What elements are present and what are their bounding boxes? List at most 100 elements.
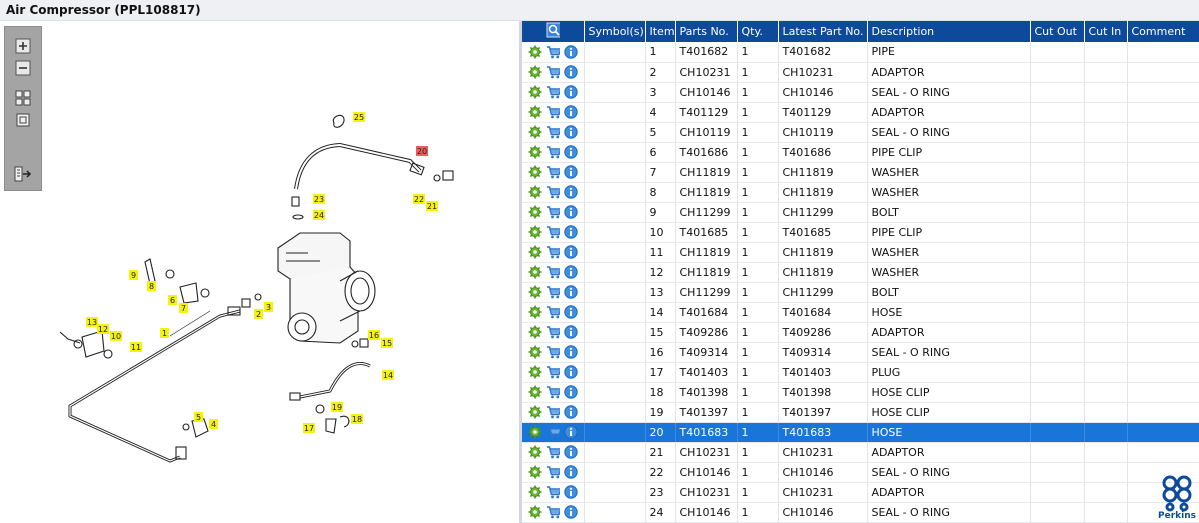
gear-icon[interactable] [528, 425, 542, 439]
table-row[interactable]: 15 T409286 1 T409286 ADAPTOR [522, 322, 1199, 343]
info-icon[interactable] [564, 165, 578, 179]
cart-icon[interactable] [546, 125, 560, 139]
table-row[interactable]: 10 T401685 1 T401685 PIPE CLIP [522, 222, 1199, 243]
cart-icon[interactable] [546, 365, 560, 379]
cart-icon[interactable] [546, 65, 560, 79]
callout-15[interactable]: 15 [381, 338, 393, 348]
column-header-qty[interactable]: Qty. [737, 21, 779, 42]
cart-icon[interactable] [546, 145, 560, 159]
info-icon[interactable] [564, 125, 578, 139]
column-header-parts-no[interactable]: Parts No. [675, 21, 738, 42]
callout-18[interactable]: 18 [351, 414, 363, 424]
cart-icon[interactable] [546, 385, 560, 399]
info-icon[interactable] [564, 85, 578, 99]
callout-23[interactable]: 23 [313, 194, 325, 204]
table-row[interactable]: 2 CH10231 1 CH10231 ADAPTOR [522, 62, 1199, 83]
info-icon[interactable] [564, 485, 578, 499]
cart-icon[interactable] [546, 165, 560, 179]
gear-icon[interactable] [528, 285, 542, 299]
info-icon[interactable] [564, 225, 578, 239]
grid-view-button[interactable] [12, 89, 34, 107]
cart-icon[interactable] [546, 505, 560, 519]
gear-icon[interactable] [528, 65, 542, 79]
column-header-cut-in[interactable]: Cut In [1084, 21, 1128, 42]
cart-icon[interactable] [546, 85, 560, 99]
callout-25[interactable]: 25 [353, 112, 365, 122]
info-icon[interactable] [564, 405, 578, 419]
table-row[interactable]: 7 CH11819 1 CH11819 WASHER [522, 162, 1199, 183]
cart-icon[interactable] [546, 345, 560, 359]
gear-icon[interactable] [528, 345, 542, 359]
single-view-button[interactable] [12, 111, 34, 129]
cart-icon[interactable] [546, 245, 560, 259]
info-icon[interactable] [564, 425, 578, 439]
callout-2[interactable]: 2 [254, 309, 263, 319]
table-row[interactable]: 21 CH10231 1 CH10231 ADAPTOR [522, 442, 1199, 463]
cart-icon[interactable] [546, 105, 560, 119]
callout-17[interactable]: 17 [303, 423, 315, 433]
export-button[interactable] [12, 165, 34, 183]
info-icon[interactable] [564, 265, 578, 279]
table-row[interactable]: 23 CH10231 1 CH10231 ADAPTOR [522, 482, 1199, 503]
gear-icon[interactable] [528, 305, 542, 319]
callout-20[interactable]: 20 [416, 146, 428, 156]
table-row[interactable]: 13 CH11299 1 CH11299 BOLT [522, 282, 1199, 303]
table-row[interactable]: 19 T401397 1 T401397 HOSE CLIP [522, 402, 1199, 423]
callout-24[interactable]: 24 [313, 210, 325, 220]
cart-icon[interactable] [546, 485, 560, 499]
info-icon[interactable] [564, 65, 578, 79]
gear-icon[interactable] [528, 145, 542, 159]
callout-10[interactable]: 10 [110, 331, 122, 341]
gear-icon[interactable] [528, 185, 542, 199]
info-icon[interactable] [564, 145, 578, 159]
table-row[interactable]: 6 T401686 1 T401686 PIPE CLIP [522, 142, 1199, 163]
zoom-out-button[interactable] [12, 59, 34, 77]
gear-icon[interactable] [528, 485, 542, 499]
table-row[interactable]: 11 CH11819 1 CH11819 WASHER [522, 242, 1199, 263]
gear-icon[interactable] [528, 505, 542, 519]
gear-icon[interactable] [528, 385, 542, 399]
column-header-latest-part-no[interactable]: Latest Part No. [778, 21, 868, 42]
table-row[interactable]: 16 T409314 1 T409314 SEAL - O RING [522, 342, 1199, 363]
gear-icon[interactable] [528, 245, 542, 259]
column-header-cut-out[interactable]: Cut Out [1030, 21, 1085, 42]
info-icon[interactable] [564, 205, 578, 219]
callout-12[interactable]: 12 [97, 324, 109, 334]
info-icon[interactable] [564, 465, 578, 479]
cart-icon[interactable] [546, 225, 560, 239]
gear-icon[interactable] [528, 465, 542, 479]
gear-icon[interactable] [528, 405, 542, 419]
cart-icon[interactable] [546, 325, 560, 339]
callout-6[interactable]: 6 [168, 295, 177, 305]
callout-3[interactable]: 3 [264, 302, 273, 312]
cart-icon[interactable] [546, 285, 560, 299]
table-row[interactable]: 22 CH10146 1 CH10146 SEAL - O RING [522, 462, 1199, 483]
table-row[interactable]: 18 T401398 1 T401398 HOSE CLIP [522, 382, 1199, 403]
cart-icon[interactable] [546, 265, 560, 279]
callout-21[interactable]: 21 [426, 201, 438, 211]
cart-icon[interactable] [546, 445, 560, 459]
cart-icon[interactable] [546, 425, 560, 439]
table-row[interactable]: 8 CH11819 1 CH11819 WASHER [522, 182, 1199, 203]
gear-icon[interactable] [528, 445, 542, 459]
info-icon[interactable] [564, 105, 578, 119]
callout-13[interactable]: 13 [86, 317, 98, 327]
gear-icon[interactable] [528, 125, 542, 139]
gear-icon[interactable] [528, 225, 542, 239]
column-header-item[interactable]: Item [645, 21, 676, 42]
gear-icon[interactable] [528, 325, 542, 339]
callout-19[interactable]: 19 [331, 402, 343, 412]
callout-4[interactable]: 4 [209, 419, 218, 429]
info-icon[interactable] [564, 365, 578, 379]
table-row[interactable]: 1 T401682 1 T401682 PIPE [522, 42, 1199, 63]
table-row[interactable]: 14 T401684 1 T401684 HOSE [522, 302, 1199, 323]
cart-icon[interactable] [546, 205, 560, 219]
column-header-comment[interactable]: Comment [1127, 21, 1199, 42]
table-row[interactable]: 9 CH11299 1 CH11299 BOLT [522, 202, 1199, 223]
callout-8[interactable]: 8 [147, 281, 156, 291]
info-icon[interactable] [564, 505, 578, 519]
info-icon[interactable] [564, 345, 578, 359]
table-row[interactable]: 12 CH11819 1 CH11819 WASHER [522, 262, 1199, 283]
table-row[interactable]: 5 CH10119 1 CH10119 SEAL - O RING [522, 122, 1199, 143]
column-header-description[interactable]: Description [867, 21, 1031, 42]
